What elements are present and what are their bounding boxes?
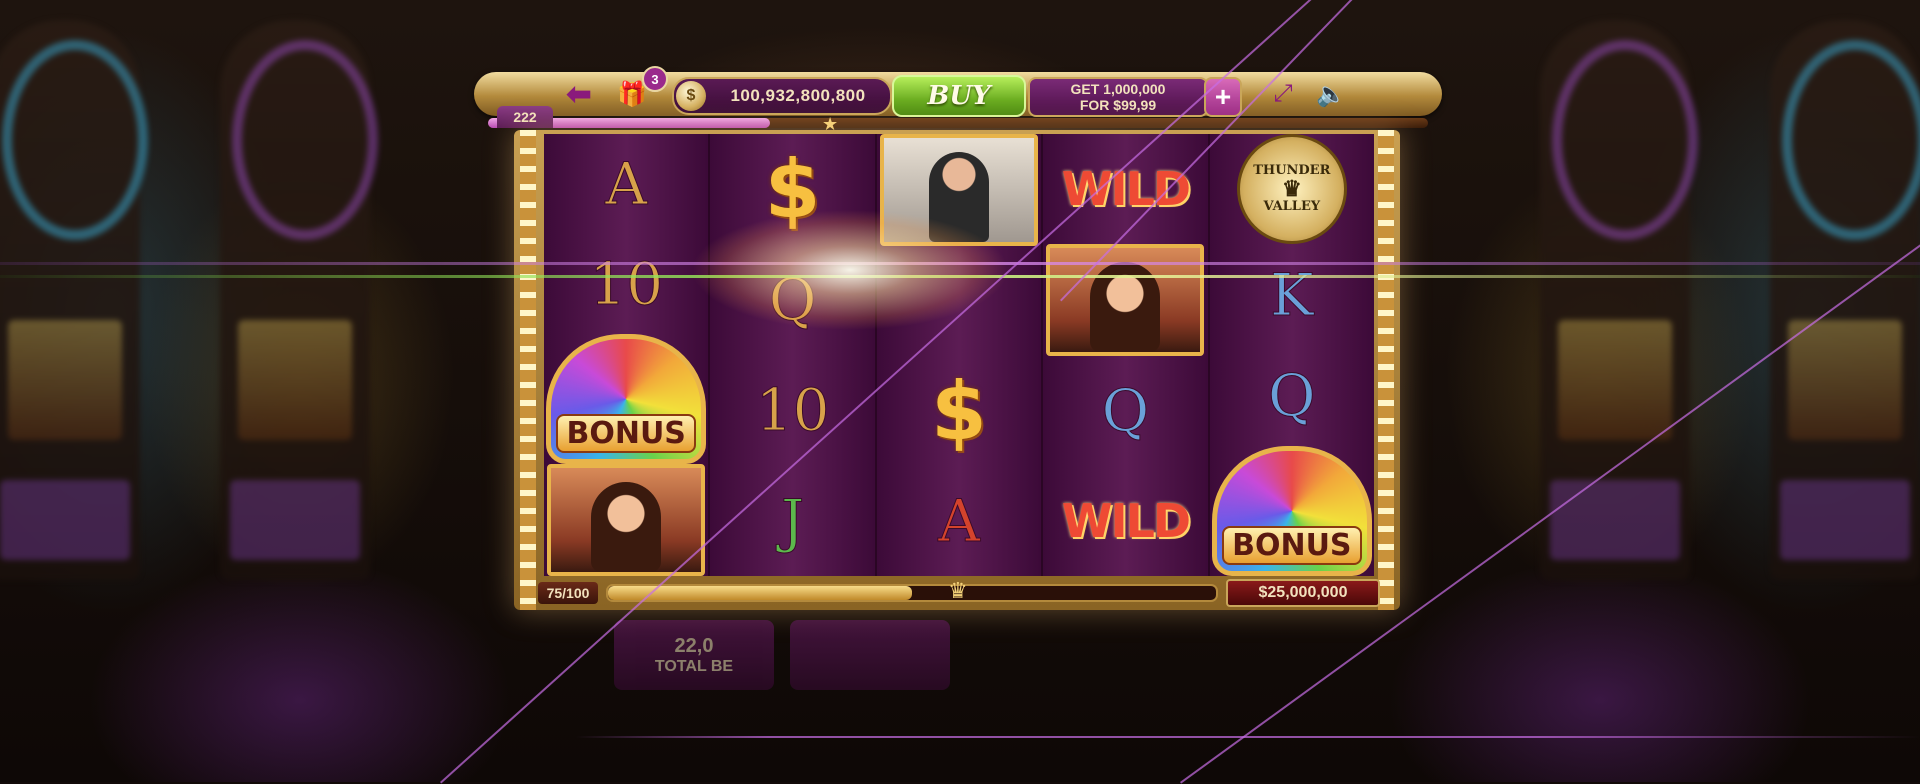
background-slot-machine <box>220 20 378 580</box>
level-progress-bar <box>488 118 1428 128</box>
dollar-symbol: $ <box>931 364 987 458</box>
man-symbol <box>880 134 1039 246</box>
back-button[interactable]: ⬅ <box>560 77 598 111</box>
reel-symbol <box>1043 244 1207 356</box>
bonus-wheel-symbol: BONUS <box>546 334 707 464</box>
plus-icon: + <box>1214 81 1232 112</box>
crown-icon: ♛ <box>948 578 968 603</box>
bonus-progress-fill <box>608 586 912 600</box>
reel-symbol: $ <box>877 356 1041 466</box>
arrow-left-icon: ⬅ <box>566 77 592 111</box>
coin-offer[interactable]: GET 1,000,000 FOR $99,99 <box>1028 77 1208 117</box>
reel-symbol: J <box>710 466 874 577</box>
buy-button[interactable]: BUY <box>892 75 1026 117</box>
sound-button[interactable]: 🔈 <box>1314 78 1348 110</box>
bonus-progress-strip: 75/100 ♛ $25,000,000 <box>538 578 1380 607</box>
reel-symbol <box>544 464 708 576</box>
reel-1: A 10 BONUS <box>544 134 711 576</box>
speaker-icon: 🔈 <box>1316 80 1346 108</box>
add-coins-button[interactable]: + <box>1204 77 1242 117</box>
reel-symbol: BONUS <box>544 334 708 464</box>
reel-symbol: WILD <box>1043 134 1207 244</box>
woman-symbol <box>547 464 706 576</box>
total-bet-label: TOTAL BE <box>654 657 734 675</box>
card-symbol: 10 <box>755 376 830 445</box>
spin-counter: 75/100 <box>538 582 598 604</box>
reel-symbol: K <box>1210 244 1374 345</box>
fullscreen-button[interactable]: ⤢ <box>1266 78 1300 110</box>
dollar-symbol: $ <box>764 142 821 236</box>
bonus-label: BONUS <box>556 414 696 453</box>
gift-count-badge: 3 <box>642 66 668 92</box>
fullscreen-icon: ⤢ <box>1273 80 1293 107</box>
reel-5: THUNDER ♛ VALLEY K Q BONUS <box>1209 134 1375 576</box>
card-symbol: K <box>1270 260 1314 329</box>
coin-balance-value: 100,932,800,800 <box>730 86 866 105</box>
reel-2: $ Q 10 J <box>710 134 877 577</box>
wild-symbol: WILD <box>1061 494 1191 548</box>
total-bet-panel[interactable]: 22,0 TOTAL BE <box>614 620 774 690</box>
reel-symbol <box>877 134 1041 246</box>
card-symbol: Q <box>1101 377 1150 446</box>
offer-line-1: GET 1,000,000 <box>1070 81 1166 97</box>
reel-symbol: 10 <box>710 355 874 466</box>
card-symbol: A <box>938 487 981 556</box>
reel-symbol: Q <box>710 245 874 356</box>
card-symbol: A <box>605 150 648 219</box>
reel-symbol: Q <box>1210 345 1374 446</box>
reel-symbol: A <box>544 134 708 234</box>
reel-symbol: THUNDER ♛ VALLEY <box>1210 134 1374 244</box>
reel-symbol: A <box>877 466 1041 576</box>
woman-symbol <box>1046 244 1205 356</box>
reels-grid[interactable]: A 10 BONUS $ Q 10 J $ A WILD Q WILD THUNDER ♛ VALLEY K Q… <box>544 134 1375 577</box>
reel-symbol: $ <box>710 134 874 245</box>
bonus-label: BONUS <box>1222 526 1362 565</box>
reel-symbol-obscured <box>877 246 1041 356</box>
thunder-valley-logo: THUNDER ♛ VALLEY <box>1236 134 1347 244</box>
total-bet-amount: 22,0 <box>674 634 714 657</box>
card-symbol: 10 <box>589 250 664 319</box>
background-slot-machine <box>1770 20 1920 580</box>
background-slot-machine <box>0 20 148 580</box>
card-symbol: Q <box>768 265 817 334</box>
card-symbol: Q <box>1268 361 1317 430</box>
reel-symbol: BONUS <box>1210 446 1374 576</box>
bonus-wheel-symbol: BONUS <box>1211 446 1372 576</box>
offer-line-2: FOR $99,99 <box>1079 97 1157 113</box>
jackpot-value: $25,000,000 <box>1226 579 1380 607</box>
wild-symbol: WILD <box>1061 162 1191 216</box>
reel-symbol: 10 <box>544 234 708 334</box>
coin-icon: $ <box>676 81 706 111</box>
bonus-progress-bar: ♛ <box>606 578 1218 603</box>
crown-icon: ♛ <box>1281 176 1302 202</box>
card-symbol: J <box>780 486 805 555</box>
coin-balance: $ 100,932,800,800 <box>672 77 892 115</box>
win-panel <box>790 620 950 690</box>
reel-symbol: Q <box>1043 356 1207 466</box>
level-badge: 222 <box>497 106 553 128</box>
logo-line-2: VALLEY <box>1263 199 1321 214</box>
reel-4: WILD Q WILD <box>1043 134 1210 576</box>
background-slot-machine <box>1540 20 1698 580</box>
reel-3: $ A <box>876 134 1044 576</box>
reel-symbol: WILD <box>1043 466 1207 576</box>
